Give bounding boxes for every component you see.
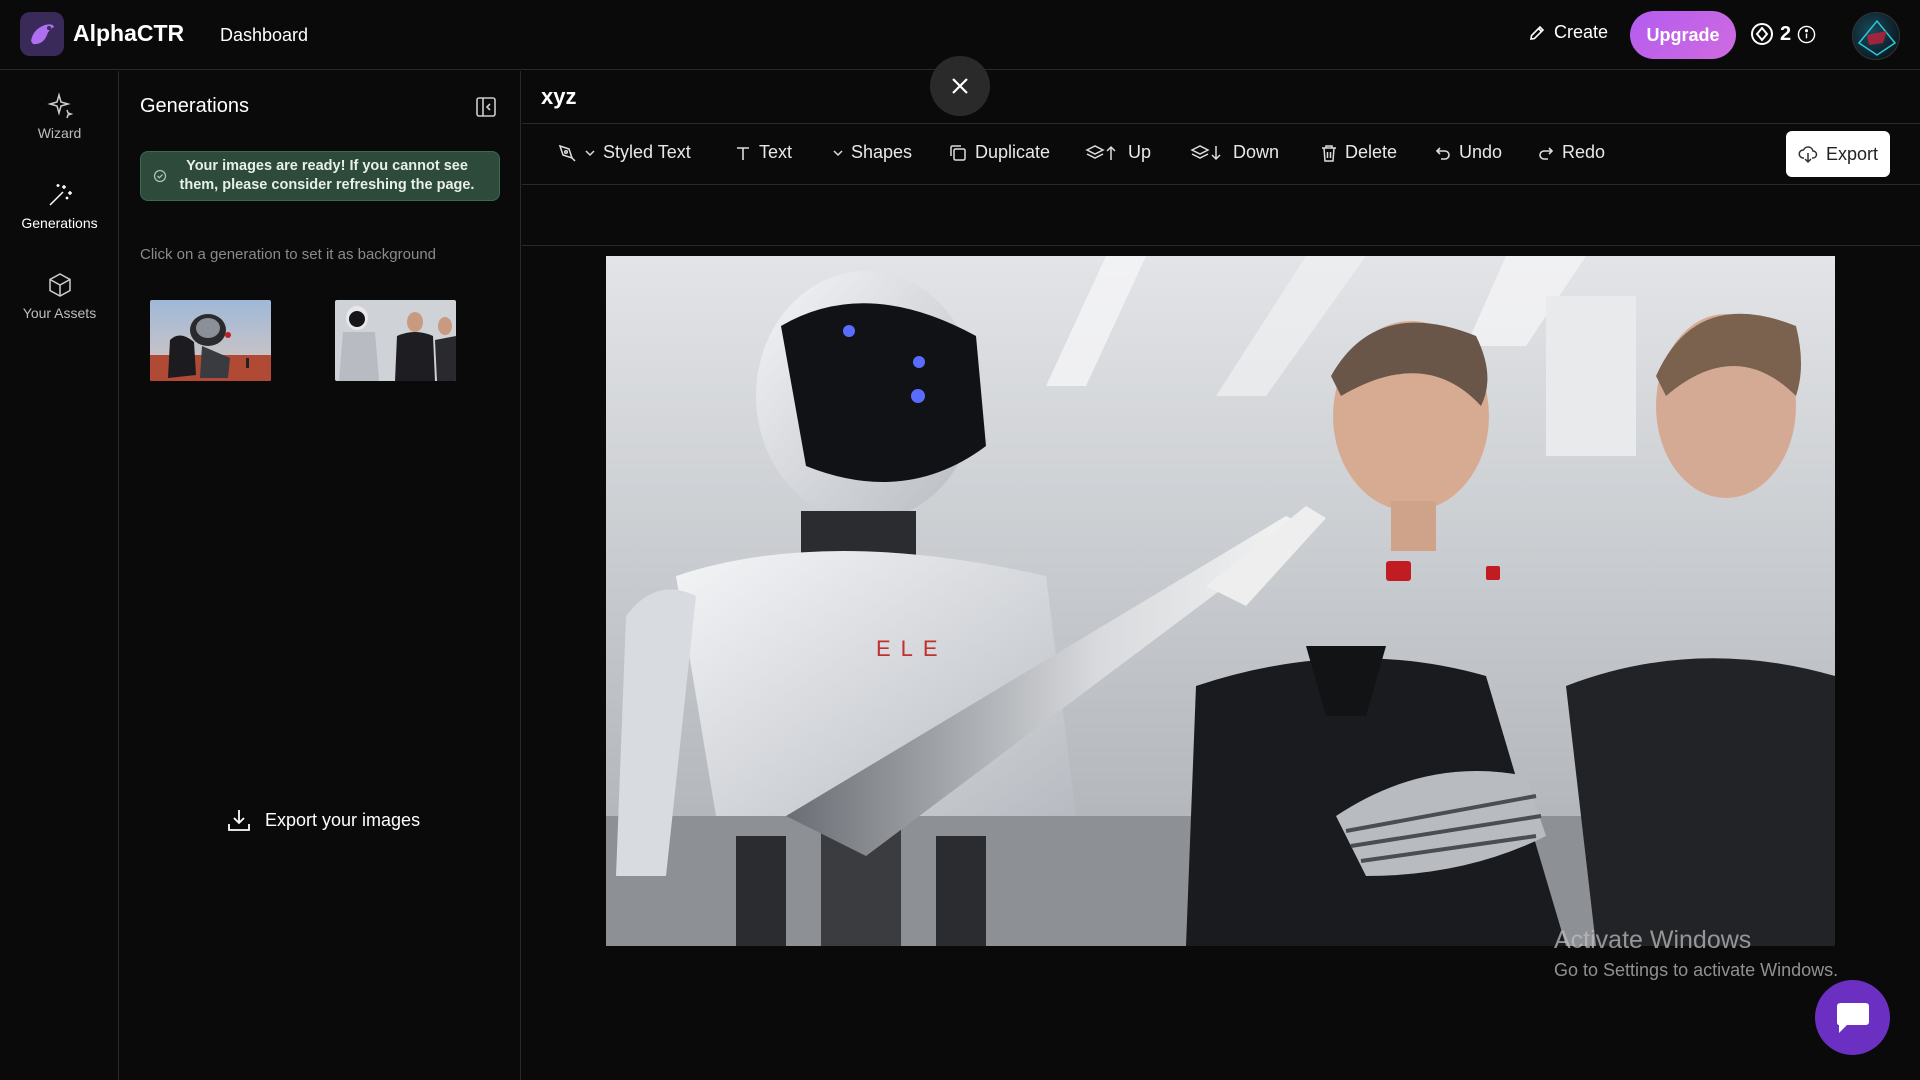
collapse-panel-icon[interactable] <box>474 95 498 119</box>
export-label: Export <box>1825 143 1879 164</box>
chevron-down-icon <box>832 147 844 159</box>
create-label: Create <box>1554 22 1609 42</box>
alert-message: Your images are ready! If you cannot see… <box>179 158 475 193</box>
info-icon[interactable] <box>1797 25 1816 44</box>
sparkle-icon <box>46 91 74 119</box>
redo-label: Redo <box>1562 142 1606 162</box>
rail-item-generations[interactable]: Generations <box>0 181 119 231</box>
styled-text-label: Styled Text <box>603 142 691 162</box>
chevron-down-icon <box>584 147 596 159</box>
brand-logo-icon[interactable] <box>20 12 64 56</box>
text-icon <box>734 144 752 162</box>
styled-text-tool[interactable]: Styled Text <box>557 142 691 163</box>
rail-label-your-assets: Your Assets <box>22 305 97 321</box>
chat-icon <box>1833 1000 1873 1036</box>
text-tool[interactable]: Text <box>734 142 792 163</box>
generations-panel: Generations Your images are ready! If yo… <box>120 71 521 1080</box>
download-icon <box>225 806 253 834</box>
icon-rail: Wizard Generations Your Assets <box>0 71 119 1080</box>
check-circle-icon <box>153 169 167 183</box>
trash-icon <box>1320 143 1338 163</box>
close-icon <box>949 75 971 97</box>
pencil-icon <box>1528 24 1546 42</box>
activate-windows-subtitle: Go to Settings to activate Windows. <box>1554 960 1839 980</box>
credits-value: 2 <box>1780 22 1792 45</box>
robot-chest-text: ELE <box>876 636 948 661</box>
shapes-tool[interactable]: Shapes <box>832 142 912 163</box>
create-button[interactable]: Create <box>1528 22 1608 43</box>
canvas-subbar <box>522 185 1920 246</box>
user-avatar[interactable] <box>1852 12 1900 60</box>
nav-dashboard-link[interactable]: Dashboard <box>220 25 308 46</box>
layers-up-icon <box>1085 143 1121 163</box>
redo-button[interactable]: Redo <box>1537 142 1605 163</box>
canvas-background-image[interactable]: ELE <box>606 256 1835 946</box>
canvas-title[interactable]: xyz <box>541 84 576 110</box>
generation-hint: Click on a generation to set it as backg… <box>140 246 437 263</box>
rail-label-wizard: Wizard <box>37 125 82 141</box>
export-images-label: Export your images <box>265 809 421 830</box>
magic-wand-icon <box>46 181 74 209</box>
delete-button[interactable]: Delete <box>1320 142 1397 163</box>
copy-icon <box>948 143 968 163</box>
cube-icon <box>46 271 74 299</box>
down-label: Down <box>1233 142 1280 162</box>
images-ready-alert: Your images are ready! If you cannot see… <box>140 151 500 201</box>
editor-toolbar: Styled Text Text Shapes Duplicate Up Dow… <box>522 123 1920 185</box>
pen-tool-icon <box>557 143 577 163</box>
panel-title: Generations <box>140 95 249 117</box>
undo-button[interactable]: Undo <box>1434 142 1502 163</box>
chat-support-button[interactable] <box>1815 980 1890 1055</box>
generation-thumbnail[interactable] <box>150 300 271 381</box>
undo-label: Undo <box>1459 142 1503 162</box>
credits-counter[interactable]: 2 <box>1750 22 1816 46</box>
rail-item-your-assets[interactable]: Your Assets <box>0 271 119 321</box>
upgrade-button[interactable]: Upgrade <box>1630 11 1736 59</box>
up-label: Up <box>1128 142 1152 162</box>
rail-label-generations: Generations <box>21 215 98 231</box>
export-images-button[interactable]: Export your images <box>225 806 420 834</box>
delete-label: Delete <box>1345 142 1398 162</box>
undo-icon <box>1434 144 1452 162</box>
duplicate-button[interactable]: Duplicate <box>948 142 1050 163</box>
credit-coin-icon <box>1750 22 1774 46</box>
layers-down-icon <box>1190 143 1226 163</box>
brand-name[interactable]: AlphaCTR <box>73 20 184 47</box>
move-down-button[interactable]: Down <box>1190 142 1279 163</box>
activate-windows-title: Activate Windows <box>1554 926 1752 954</box>
move-up-button[interactable]: Up <box>1085 142 1151 163</box>
rail-item-wizard[interactable]: Wizard <box>0 91 119 141</box>
text-tool-label: Text <box>759 142 793 162</box>
duplicate-label: Duplicate <box>975 142 1051 162</box>
cloud-download-icon <box>1798 144 1818 164</box>
redo-icon <box>1537 144 1555 162</box>
shapes-label: Shapes <box>851 142 913 162</box>
export-button[interactable]: Export <box>1786 131 1890 177</box>
close-button[interactable] <box>930 56 990 116</box>
generation-thumbnail[interactable] <box>335 300 456 381</box>
